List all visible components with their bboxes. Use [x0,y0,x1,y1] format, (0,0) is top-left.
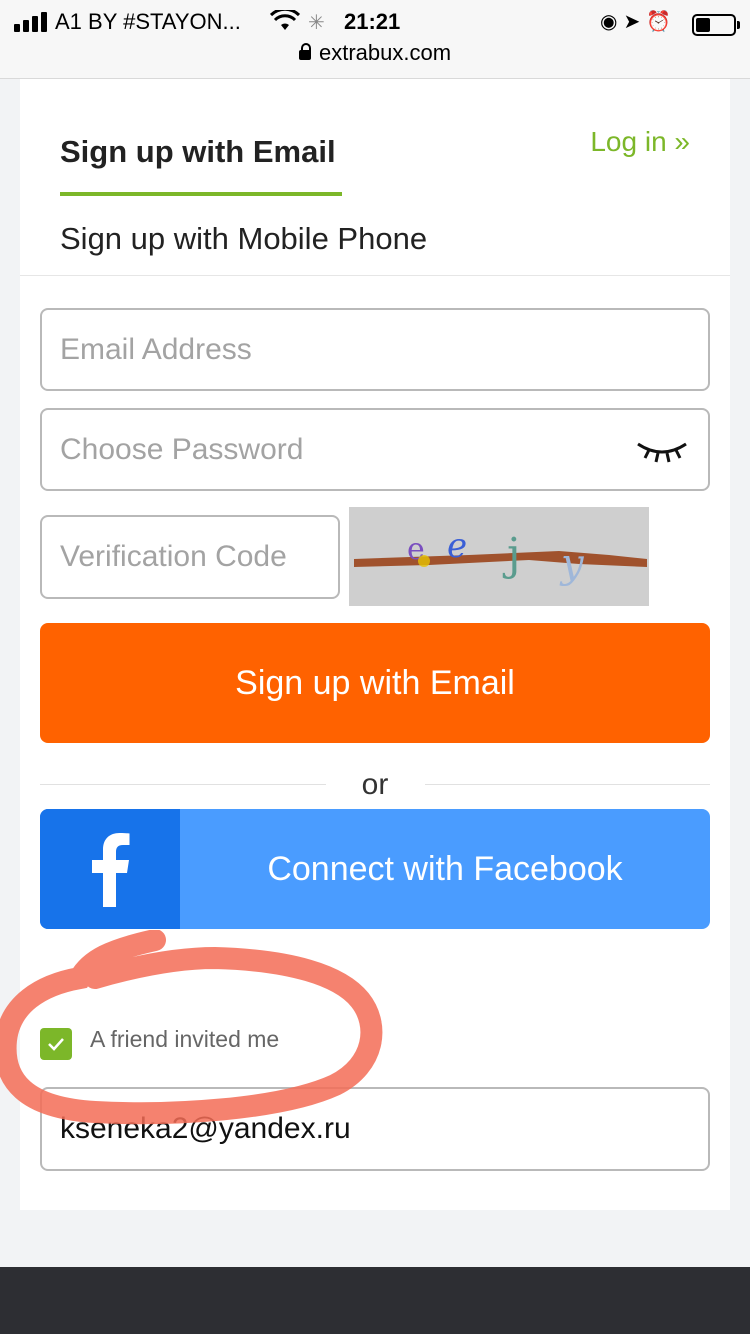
status-icons: ◉➤⏰ [600,11,678,33]
verification-code-input[interactable]: Verification Code [40,515,340,599]
tabs-divider [20,275,730,276]
carrier-name: A1 BY #STAYON... [55,9,241,34]
referrer-email-input[interactable]: kseneka2@yandex.ru [40,1087,710,1171]
password-input[interactable]: Choose Password [40,408,710,491]
page-footer [0,1267,750,1334]
active-tab-indicator [60,192,342,196]
referrer-email-value: kseneka2@yandex.ru [60,1112,351,1145]
tab-signup-email[interactable]: Sign up with Email [60,134,336,170]
email-input[interactable]: Email Address [40,308,710,391]
wifi-icon [270,10,300,30]
status-bar: A1 BY #STAYON... ✳ 21:21 ◉➤⏰ extrabux.co… [0,0,750,79]
tab-signup-phone[interactable]: Sign up with Mobile Phone [60,221,427,257]
verification-placeholder: Verification Code [60,540,287,573]
facebook-connect-button[interactable]: Connect with Facebook [40,809,710,929]
svg-text:e: e [447,526,467,566]
url-text: extrabux.com [318,40,452,65]
or-separator: or [361,768,389,801]
signup-email-button[interactable]: Sign up with Email [40,623,710,743]
friend-invited-checkbox[interactable] [40,1028,72,1060]
facebook-icon-area [40,809,180,929]
or-divider-left [40,784,326,785]
lock-icon [298,43,311,60]
signal-icon [14,12,48,32]
captcha-image[interactable]: e e j y [349,507,649,606]
checkmark-icon [48,1038,64,1051]
url-bar[interactable]: extrabux.com [0,40,750,66]
loading-icon: ✳ [308,12,325,34]
login-link[interactable]: Log in » [590,126,690,158]
or-divider-right [425,784,710,785]
password-placeholder: Choose Password [60,432,304,466]
facebook-button-label: Connect with Facebook [267,849,623,888]
clock: 21:21 [344,9,401,34]
signup-card: Sign up with Email Log in » Sign up with… [20,79,730,1210]
email-placeholder: Email Address [60,332,252,366]
battery-icon [692,14,740,36]
eye-closed-icon[interactable] [636,436,688,466]
friend-invited-label[interactable]: A friend invited me [90,1026,279,1053]
facebook-icon [92,833,130,907]
svg-text:y: y [559,541,585,587]
